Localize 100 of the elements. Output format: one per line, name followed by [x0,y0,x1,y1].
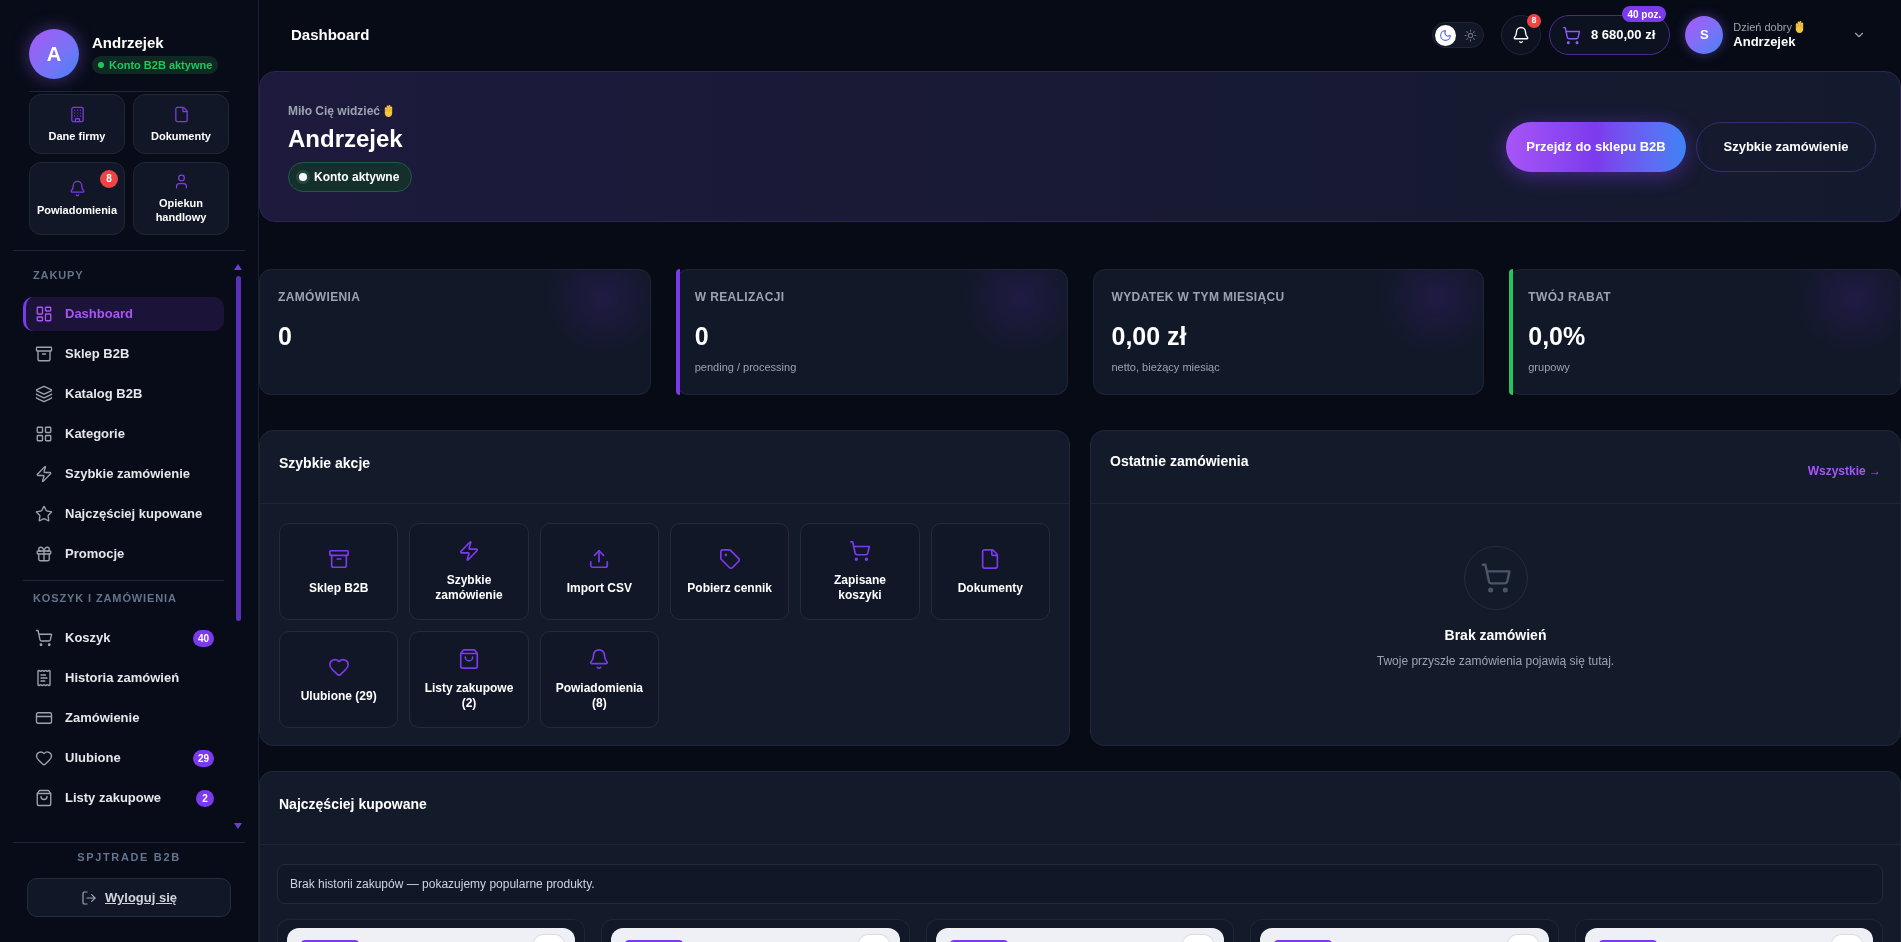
logout-button[interactable]: Wyloguj się [27,878,231,917]
nav-item[interactable]: Listy zakupowe 2 [23,781,224,815]
building-icon [68,105,86,123]
welcome-text: Miło Cię widzieć [288,102,380,120]
star-icon [35,505,53,523]
nav-item[interactable]: Promocje [23,537,224,571]
quick-action-tile[interactable]: Powiadomienia (8) [539,631,659,728]
shortcut-tile[interactable]: Powiadomienia 8 [29,162,125,235]
panel-title: Szybkie akcje [279,455,371,471]
theme-option[interactable] [1434,24,1456,46]
profile-name: Andrzejek [92,33,165,52]
stat-label: TWÓJ RABAT [1528,289,1612,305]
shortcut-tile[interactable]: Dokumenty [133,94,229,154]
account-status-badge: Konto B2B aktywne [92,55,219,75]
empty-state-title: Brak zamówień [1444,626,1547,645]
product-card[interactable] [277,919,586,942]
receipt-icon [35,669,53,687]
lightning-icon [35,465,53,483]
dashboard-icon [35,305,53,323]
info-notice: Brak historii zakupów — pokazujemy popularne produkty. [277,864,1883,904]
product-card[interactable] [1574,919,1883,942]
nav-item[interactable]: Sklep B2B [23,337,224,371]
stat-label: ZAMÓWIENIA [278,289,362,305]
bell-icon [588,648,611,670]
tag-icon [718,547,741,570]
product-card[interactable] [1250,919,1559,942]
cart-icon [1561,25,1581,45]
quick-action-tile[interactable]: Ulubione (29) [279,631,399,728]
stat-value: 0 [278,321,293,351]
nav-item[interactable]: Najczęściej kupowane [23,497,224,531]
bell-icon [1511,26,1530,44]
heart-icon [35,749,53,767]
greeting-text: Dzień dobry [1733,20,1792,34]
count-badge: 40 [192,629,214,647]
scrollbar[interactable] [235,264,241,829]
shopping-bag-icon [35,789,53,807]
archive-box-icon [327,547,350,570]
grid-icon [35,425,53,443]
waving-hand-icon [1795,21,1804,33]
sun-icon [1463,28,1477,42]
cart-count-badge: 40 poz. [1622,6,1667,22]
bell-icon [68,180,86,197]
stat-value: 0 [694,321,710,351]
stat-value: 0,00 zł [1111,321,1188,351]
count-badge: 29 [192,749,214,767]
nav-item[interactable]: Koszyk 40 [23,621,224,655]
lightning-icon [458,540,480,562]
quick-action-tile[interactable]: Dokumenty [930,523,1050,620]
cart-icon [849,540,871,562]
stat-value: 0,0% [1528,321,1587,351]
notifications-button[interactable]: 8 [1500,15,1541,55]
profile-avatar: A [29,29,79,79]
quick-action-tile[interactable]: Import CSV [539,523,659,620]
shortcut-tile[interactable]: Dane firmy [29,94,125,154]
nav-item[interactable]: Kategorie [23,417,224,451]
nav-item[interactable]: Ulubione 29 [23,741,224,775]
nav-item[interactable]: Dashboard [23,297,224,331]
empty-state-text: Twoje przyszłe zamówienia pojawią się tutaj. [1376,653,1615,670]
panel-title: Ostatnie zamówienia [1110,452,1249,471]
quick-action-tile[interactable]: Szybkie zamówienie [409,523,529,620]
quick-action-tile[interactable]: Listy zakupowe (2) [409,631,529,728]
archive-box-icon [35,345,53,363]
quick-action-tile[interactable]: Pobierz cennik [670,523,790,620]
upload-icon [588,547,611,570]
shortcut-tile[interactable]: Opiekun handlowy [133,162,229,235]
section-heading: KOSZYK I ZAMÓWIENIA [32,591,178,605]
nav-item[interactable]: Szybkie zamówienie [23,457,224,491]
brand-label: SPJTRADE B2B [77,850,181,864]
logout-icon [81,889,97,906]
shopping-bag-icon [458,648,480,670]
quick-action-tile[interactable]: Zapisane koszyki [800,523,920,620]
user-name: Andrzejek [1733,33,1797,50]
shop-button[interactable]: Przejdź do sklepu B2B [1506,121,1686,172]
hero-name: Andrzejek [288,123,404,154]
nav-item[interactable]: Historia zamówień [23,661,224,695]
section-heading: ZAKUPY [32,268,85,282]
layers-icon [35,385,53,403]
theme-toggle[interactable] [1431,22,1484,48]
cart-icon [35,629,53,647]
view-all-link[interactable]: Wszystkie → [1807,462,1881,480]
stat-note: netto, bieżący miesiąc [1111,360,1221,374]
user-avatar[interactable]: S [1685,16,1724,54]
panel-title: Najczęściej kupowane [279,796,427,812]
stat-note: pending / processing [694,360,798,374]
count-badge: 2 [196,789,214,807]
gift-icon [35,545,53,563]
stat-label: W REALIZACJI [694,289,786,305]
stat-label: WYDATEK W TYM MIESIĄCU [1111,289,1286,305]
credit-card-icon [35,709,53,727]
quick-action-tile[interactable]: Sklep B2B [279,523,399,620]
nav-item[interactable]: Katalog B2B [23,377,224,411]
page-title: Dashboard [291,24,370,45]
nav-item[interactable]: Zamówienie [23,701,224,735]
quick-order-button[interactable]: Szybkie zamówienie [1696,121,1876,172]
account-status-badge: Konto aktywne [288,161,413,192]
waving-hand-icon [384,104,393,117]
document-icon [172,105,190,123]
product-card[interactable] [601,919,910,942]
product-card[interactable] [925,919,1235,942]
moon-icon [1438,28,1452,42]
